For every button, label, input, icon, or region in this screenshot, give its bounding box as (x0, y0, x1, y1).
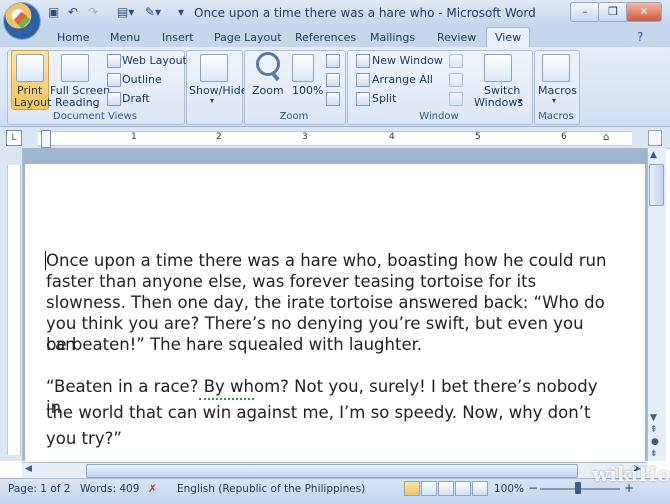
zoom-button[interactable]: Zoom (252, 84, 284, 97)
window-title: Once upon a time there was a hare who - … (194, 6, 536, 20)
grammar-underline (199, 396, 254, 400)
group-label-document-views: Document Views (53, 111, 137, 122)
page-width-icon[interactable] (326, 92, 340, 106)
quick-access-icon[interactable]: ▤▾ (117, 5, 134, 21)
web-layout-view-icon[interactable] (438, 481, 454, 496)
undo-icon[interactable]: ↶ (68, 5, 78, 21)
paragraph-1-line-1[interactable]: Once upon a time there was a hare who, b… (46, 250, 616, 271)
ruler-number: 4 (389, 132, 395, 142)
view-side-by-side-icon[interactable] (449, 54, 463, 68)
watermark-logo: wikiHow (592, 462, 670, 486)
synchronous-scrolling-icon[interactable] (449, 73, 463, 87)
full-screen-reading-label-2[interactable]: Reading (55, 96, 100, 109)
help-icon[interactable]: ? (637, 30, 643, 44)
macros-icon[interactable] (542, 54, 570, 82)
show-hide-button[interactable]: Show/Hide (189, 84, 247, 97)
scroll-left-icon[interactable]: ◀ (25, 464, 32, 474)
group-label-window: Window (419, 111, 459, 122)
macros-dropdown-icon[interactable]: ▾ (552, 96, 556, 105)
zoom-out-icon[interactable]: − (528, 481, 538, 495)
paragraph-1-line-2[interactable]: faster than anyone else, was forever tea… (46, 271, 616, 292)
ruler-number: 6 (561, 132, 567, 142)
group-label-zoom: Zoom (279, 111, 309, 122)
indent-marker[interactable] (41, 130, 51, 148)
format-painter-icon[interactable]: ✎▾ (145, 5, 161, 21)
right-indent-marker[interactable]: ⌂ (603, 132, 609, 143)
office-button[interactable] (4, 3, 40, 39)
zoom-slider-handle[interactable] (575, 482, 581, 494)
zoom-level[interactable]: 100% (494, 483, 524, 495)
customize-toolbar-icon[interactable]: ▾ (178, 5, 184, 21)
vertical-ruler-strip[interactable] (7, 165, 21, 455)
tab-view[interactable]: View (486, 27, 531, 48)
web-layout-icon (107, 54, 121, 68)
tab-insert[interactable]: Insert (162, 29, 194, 47)
ruler-number: 3 (302, 132, 308, 142)
language-indicator[interactable]: English (Republic of the Philippines) (177, 483, 365, 495)
tab-page-layout[interactable]: Page Layout (214, 29, 282, 47)
view-ruler-icon[interactable] (648, 130, 662, 146)
ruler-number: 2 (216, 132, 222, 142)
paragraph-1-line-5[interactable]: be beaten!” The hare squealed with laugh… (46, 334, 616, 355)
tab-mailings[interactable]: Mailings (370, 29, 415, 47)
paragraph-2-line-3[interactable]: you try?” (46, 428, 616, 449)
next-page-icon[interactable]: ⇟ (650, 449, 658, 459)
select-browse-object-icon[interactable]: ● (651, 437, 659, 447)
word-count[interactable]: Words: 409 (80, 483, 139, 495)
outline-button[interactable]: Outline (122, 73, 162, 86)
tab-references[interactable]: References (295, 29, 356, 47)
one-page-icon[interactable] (326, 54, 340, 68)
print-layout-view-icon[interactable] (404, 481, 420, 496)
previous-page-icon[interactable]: ⇞ (650, 425, 658, 435)
ruler-number: 1 (131, 132, 137, 142)
paragraph-1-line-3[interactable]: slowness. Then one day, the irate tortoi… (46, 292, 616, 313)
draft-button[interactable]: Draft (122, 92, 150, 105)
arrange-all-button[interactable]: Arrange All (372, 73, 433, 86)
close-button[interactable]: ✕ (626, 2, 662, 22)
switch-windows-icon[interactable] (484, 54, 512, 82)
ruler-strip[interactable] (38, 131, 632, 146)
two-pages-icon[interactable] (326, 73, 340, 87)
page-count[interactable]: Page: 1 of 2 (8, 483, 70, 495)
new-window-icon (356, 54, 370, 68)
outline-view-icon[interactable] (455, 481, 471, 496)
new-window-button[interactable]: New Window (372, 54, 443, 67)
print-layout-icon (16, 54, 44, 82)
full-screen-reading-icon[interactable] (61, 54, 89, 82)
split-icon (356, 92, 370, 106)
outline-icon (107, 73, 121, 87)
switch-windows-label-2[interactable]: Windows (474, 96, 523, 109)
arrange-all-icon (356, 73, 370, 87)
group-label-macros: Macros (538, 111, 574, 122)
print-layout-label-2: Layout (14, 96, 52, 109)
vertical-scroll-thumb[interactable] (649, 164, 664, 206)
restore-button[interactable]: ❐ (598, 2, 628, 22)
draft-icon (107, 92, 121, 106)
show-hide-dropdown-icon[interactable]: ▾ (210, 96, 214, 105)
switch-windows-dropdown-icon[interactable]: ▾ (518, 96, 522, 105)
scroll-down-icon[interactable]: ▼ (650, 413, 657, 423)
web-layout-button[interactable]: Web Layout (122, 54, 187, 67)
draft-view-icon[interactable] (472, 481, 488, 496)
minimize-button[interactable]: – (570, 2, 600, 22)
redo-icon[interactable]: ↷ (88, 5, 98, 21)
ruler-number: 5 (475, 132, 481, 142)
zoom-magnifier-icon (256, 52, 280, 76)
macros-button[interactable]: Macros (538, 84, 577, 97)
reset-window-position-icon[interactable] (449, 92, 463, 106)
horizontal-scroll-thumb[interactable] (86, 464, 578, 478)
split-button[interactable]: Split (372, 92, 396, 105)
hundred-percent-icon (292, 54, 314, 82)
scroll-up-icon[interactable]: ▲ (650, 150, 657, 160)
proofing-icon[interactable]: ✗ (148, 483, 157, 495)
save-icon[interactable]: ▣ (48, 5, 59, 21)
tab-home[interactable]: Home (57, 29, 89, 47)
show-hide-icon[interactable] (200, 54, 228, 82)
tab-selector-icon[interactable]: L (6, 130, 22, 146)
hundred-percent-button[interactable]: 100% (292, 84, 323, 97)
full-screen-view-icon[interactable] (421, 481, 437, 496)
paragraph-2-line-2[interactable]: the world that can win against me, I’m s… (46, 402, 616, 423)
tab-menu[interactable]: Menu (110, 29, 140, 47)
tab-review[interactable]: Review (437, 29, 476, 47)
